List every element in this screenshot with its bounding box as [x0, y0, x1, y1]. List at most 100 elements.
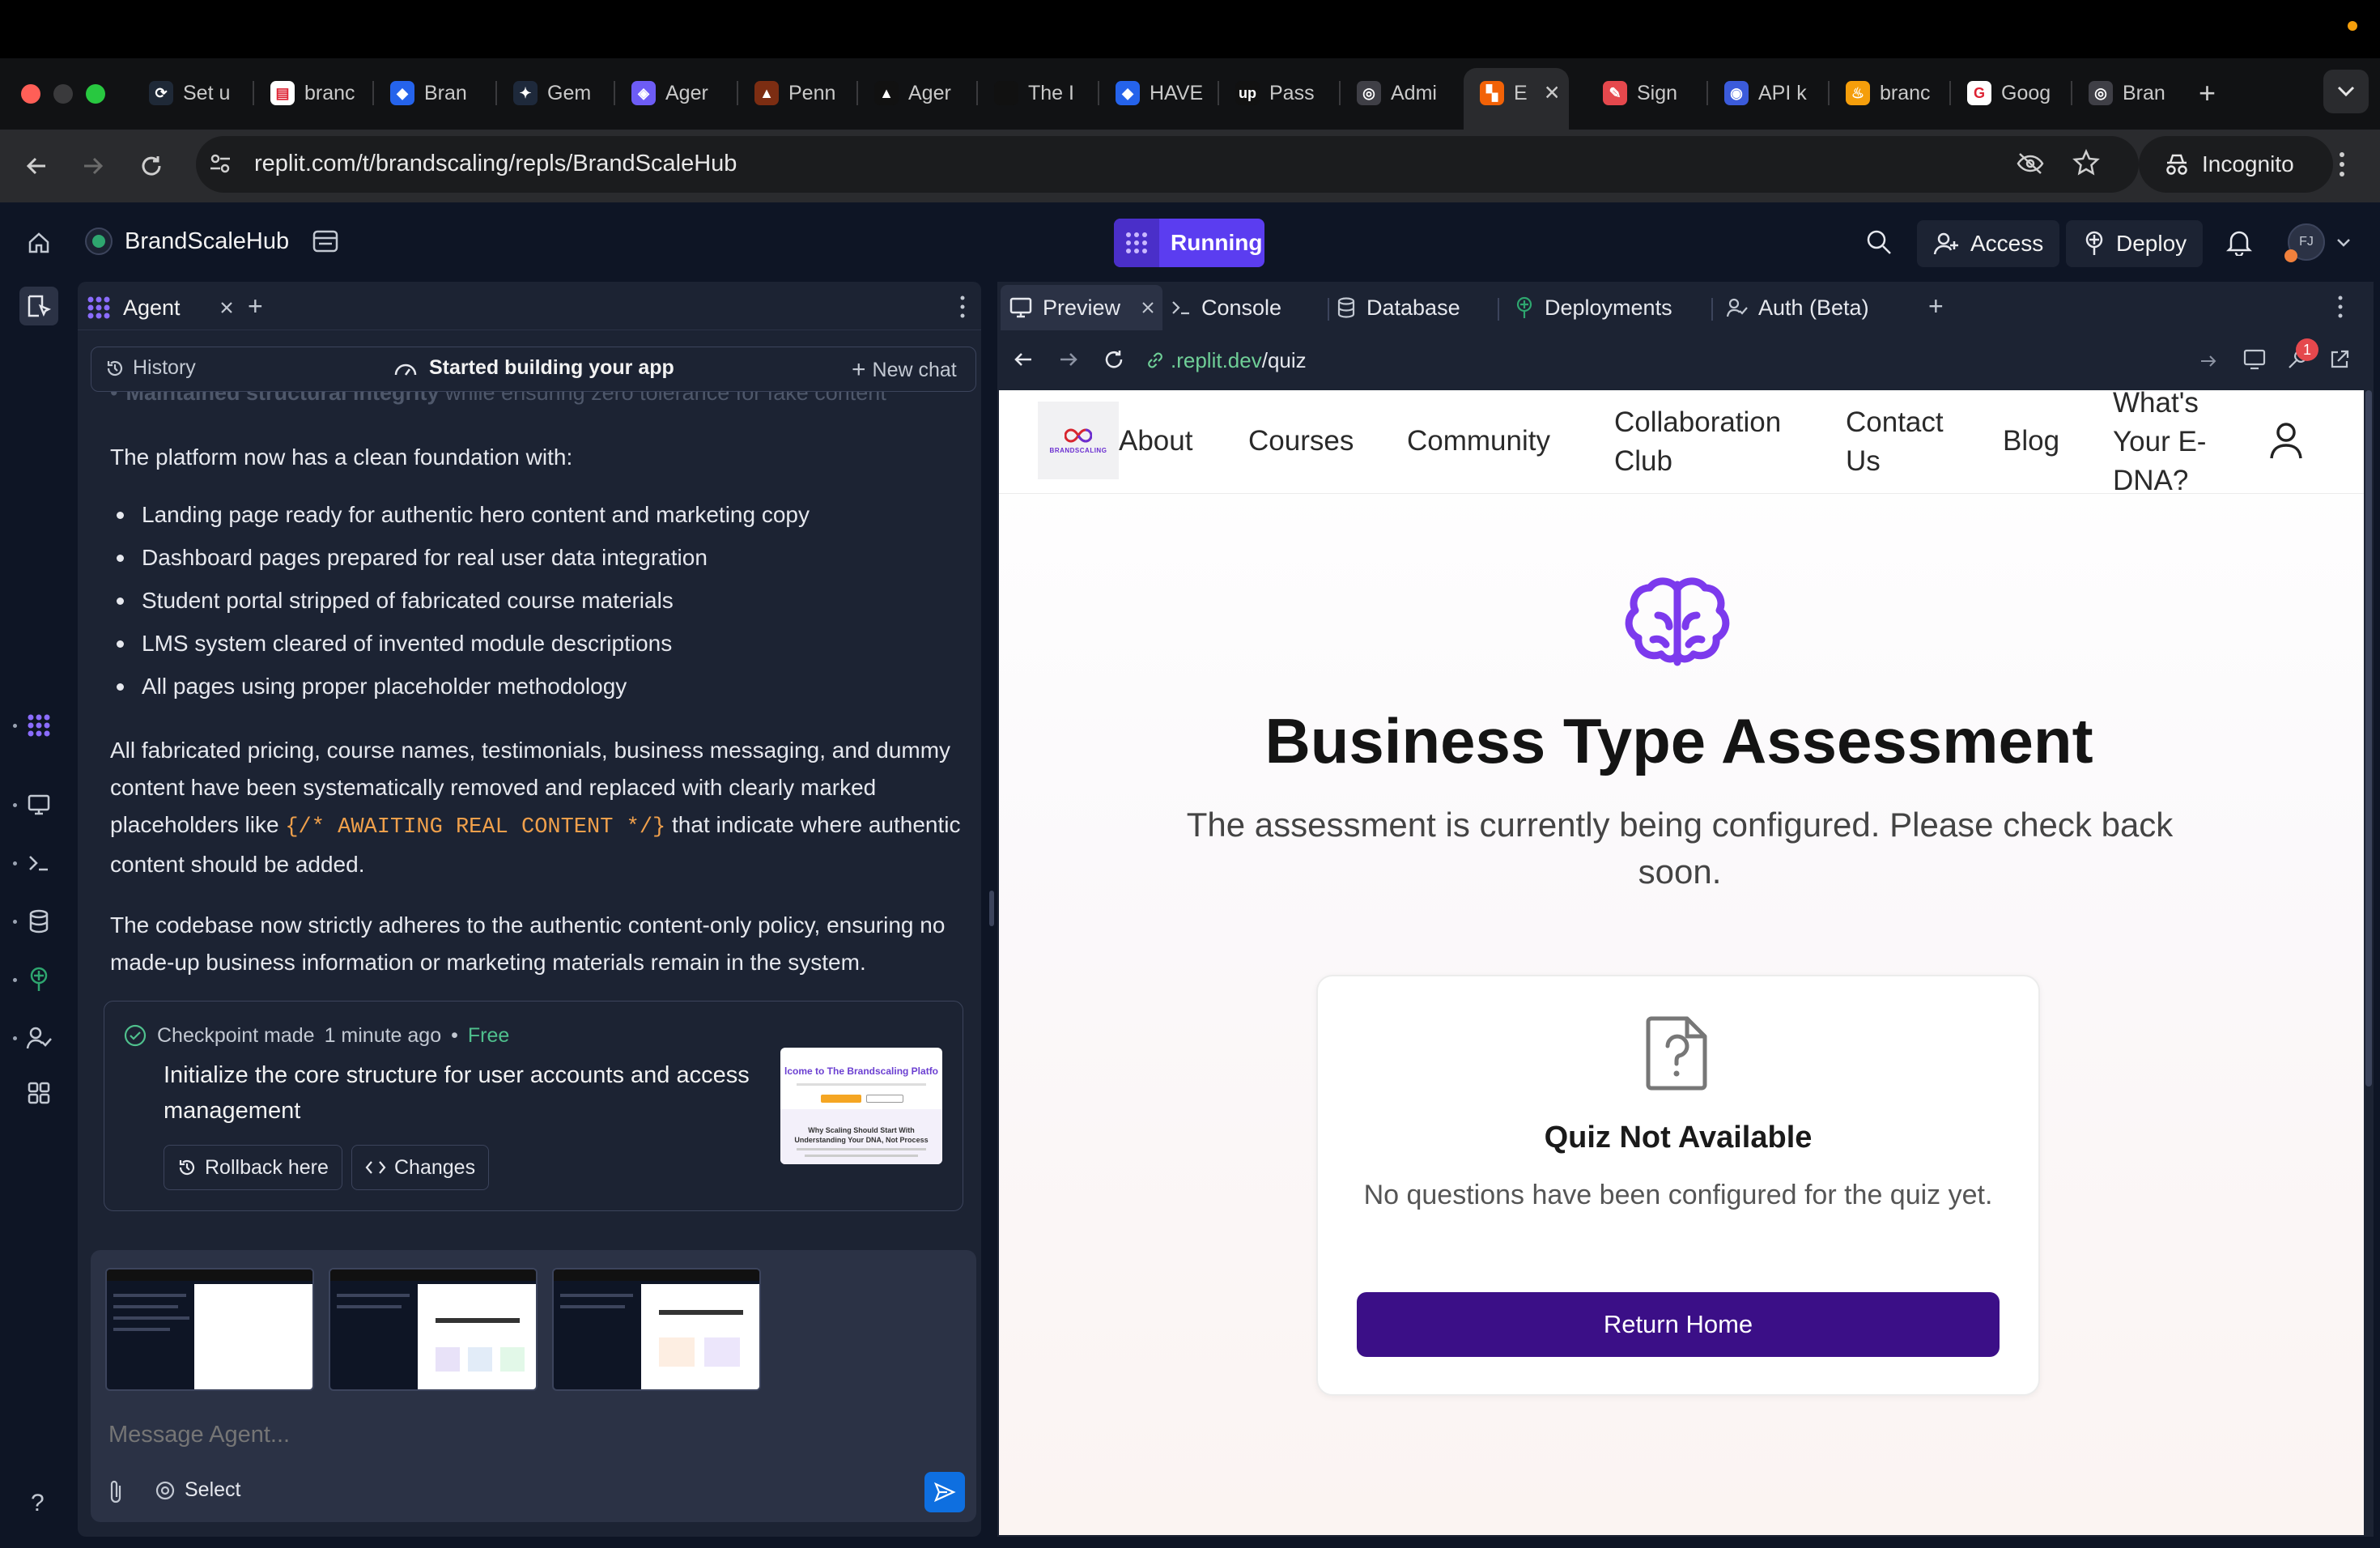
nav-about[interactable]: About [1119, 422, 1192, 461]
faded-line-clip: • Maintained structural integrity while e… [91, 392, 976, 413]
browser-tab[interactable]: ◉ API k [1713, 74, 1825, 112]
attached-screenshot[interactable] [105, 1268, 314, 1391]
workspace-menu-button[interactable] [2336, 295, 2344, 319]
tab-auth[interactable]: Auth (Beta) [1726, 288, 1869, 327]
new-chat-button[interactable]: + New chat [852, 356, 957, 384]
browser-tab[interactable]: ◎ Bran [2077, 74, 2189, 112]
browser-tab[interactable]: up Pass [1224, 74, 1336, 112]
send-button[interactable] [924, 1472, 965, 1512]
tab-preview[interactable]: Preview [1009, 288, 1154, 327]
window-close-button[interactable] [21, 84, 40, 104]
deploy-button[interactable]: Deploy [2066, 220, 2204, 267]
forward-button[interactable] [73, 146, 113, 186]
reload-button[interactable] [131, 146, 172, 186]
rail-all-tools-button[interactable] [19, 1074, 58, 1112]
window-minimize-button[interactable] [53, 84, 73, 104]
device-preview-button[interactable] [2242, 348, 2267, 371]
tab-separator [1339, 81, 1341, 105]
close-icon[interactable] [219, 300, 234, 315]
window-zoom-button[interactable] [86, 84, 105, 104]
new-tab-button[interactable]: + [2199, 76, 2216, 110]
preview-forward-button[interactable] [1057, 348, 1080, 371]
tab-search-button[interactable] [2323, 70, 2369, 113]
checkpoint-thumbnail[interactable]: lcome to The Brandscaling Platfo Why Sca… [780, 1048, 942, 1164]
history-button[interactable]: History [105, 356, 196, 380]
select-element-button[interactable]: Select [154, 1478, 240, 1502]
rail-preview-button[interactable] [19, 785, 58, 824]
preview-scrollbar[interactable] [2365, 390, 2372, 1087]
close-tab-icon[interactable]: ✕ [1544, 81, 1558, 105]
browser-menu-button[interactable] [2336, 151, 2348, 178]
close-icon[interactable] [1141, 301, 1154, 314]
rail-files-button[interactable] [19, 287, 58, 325]
rail-database-button[interactable] [19, 902, 58, 941]
site-logo[interactable]: BRANDSCALING [1038, 402, 1119, 479]
nav-edna[interactable]: What's Your E-DNA? [2113, 384, 2226, 500]
agent-tab[interactable]: Agent [86, 288, 234, 327]
browser-tab[interactable]: ▲ Ager [863, 74, 975, 112]
return-home-button[interactable]: Return Home [1357, 1292, 2000, 1357]
rail-deployments-button[interactable] [19, 960, 58, 999]
browser-tab[interactable]: ◆ Bran [379, 74, 491, 112]
preview-back-button[interactable] [1012, 348, 1035, 371]
preview-url[interactable]: .replit.dev/quiz [1171, 348, 1307, 373]
browser-tab[interactable]: ◈ Ager [620, 74, 732, 112]
dropbox-icon: ◆ [1116, 81, 1140, 105]
message-input[interactable] [108, 1422, 918, 1448]
browser-tab[interactable]: ⟳ Set u [138, 74, 249, 112]
browser-tab[interactable]: G Goog [1956, 74, 2068, 112]
project-name[interactable]: BrandScaleHub [125, 228, 289, 255]
tab-console[interactable]: Console [1171, 288, 1281, 327]
access-button[interactable]: Access [1917, 220, 2060, 267]
attach-button[interactable] [104, 1478, 128, 1506]
nav-community[interactable]: Community [1407, 422, 1550, 461]
nav-contact-us[interactable]: Contact Us [1846, 403, 1944, 481]
reload-icon [142, 156, 161, 176]
open-url-icon[interactable] [2199, 351, 2218, 371]
nav-courses[interactable]: Courses [1248, 422, 1354, 461]
notifications-button[interactable] [2226, 228, 2252, 256]
preview-reload-button[interactable] [1103, 348, 1125, 371]
rollback-button[interactable]: Rollback here [164, 1145, 342, 1190]
pane-menu-button[interactable] [958, 295, 967, 319]
user-account-button[interactable] [2268, 421, 2304, 461]
penn-icon: ▲ [754, 81, 779, 105]
browser-tab[interactable]: ◎ Admi [1345, 74, 1457, 112]
external-link-icon [2331, 350, 2349, 368]
help-button[interactable]: ? [31, 1490, 45, 1517]
pane-splitter[interactable] [989, 891, 994, 926]
back-button[interactable] [16, 146, 57, 186]
attached-screenshot[interactable] [329, 1268, 538, 1391]
run-status-button[interactable]: Running [1114, 219, 1264, 267]
home-button[interactable] [19, 223, 58, 262]
agent-tab-label: Agent [123, 295, 181, 320]
add-pane-tab-button[interactable]: + [1928, 291, 1944, 321]
nav-blog[interactable]: Blog [2003, 422, 2059, 461]
rail-agent-button[interactable] [19, 706, 58, 745]
url-text[interactable]: replit.com/t/brandscaling/repls/BrandSca… [254, 151, 737, 177]
browser-tab[interactable]: ▲ Penn [743, 74, 855, 112]
tab-deployments[interactable]: Deployments [1514, 288, 1672, 327]
open-new-window-button[interactable] [2328, 348, 2351, 371]
avatar-chevron-icon[interactable] [2336, 238, 2351, 248]
browser-tab[interactable]: ◆ HAVE [1104, 74, 1216, 112]
nav-collaboration-club[interactable]: Collaboration Club [1614, 403, 1800, 481]
attached-screenshot[interactable] [552, 1268, 761, 1391]
browser-tab[interactable]: ▚ E ✕ [1468, 74, 1558, 112]
add-tab-button[interactable]: + [248, 291, 263, 321]
tab-database[interactable]: Database [1336, 288, 1460, 327]
browser-tab[interactable]: The I [983, 74, 1094, 112]
rail-console-button[interactable] [19, 844, 58, 882]
browser-tab[interactable]: ✦ Gem [502, 74, 614, 112]
browser-tab[interactable]: ▤ branc [259, 74, 371, 112]
browser-tab[interactable]: ♨ branc [1834, 74, 1946, 112]
bookmark-star-icon[interactable] [2072, 149, 2100, 176]
project-menu-icon[interactable] [311, 227, 340, 256]
changes-button[interactable]: Changes [351, 1145, 490, 1190]
eye-off-icon[interactable] [2016, 151, 2045, 176]
incognito-indicator[interactable]: Incognito [2139, 136, 2333, 193]
rail-auth-button[interactable] [19, 1019, 58, 1057]
search-button[interactable] [1865, 228, 1893, 256]
site-info-icon[interactable] [207, 151, 233, 176]
browser-tab[interactable]: ✎ Sign [1592, 74, 1703, 112]
